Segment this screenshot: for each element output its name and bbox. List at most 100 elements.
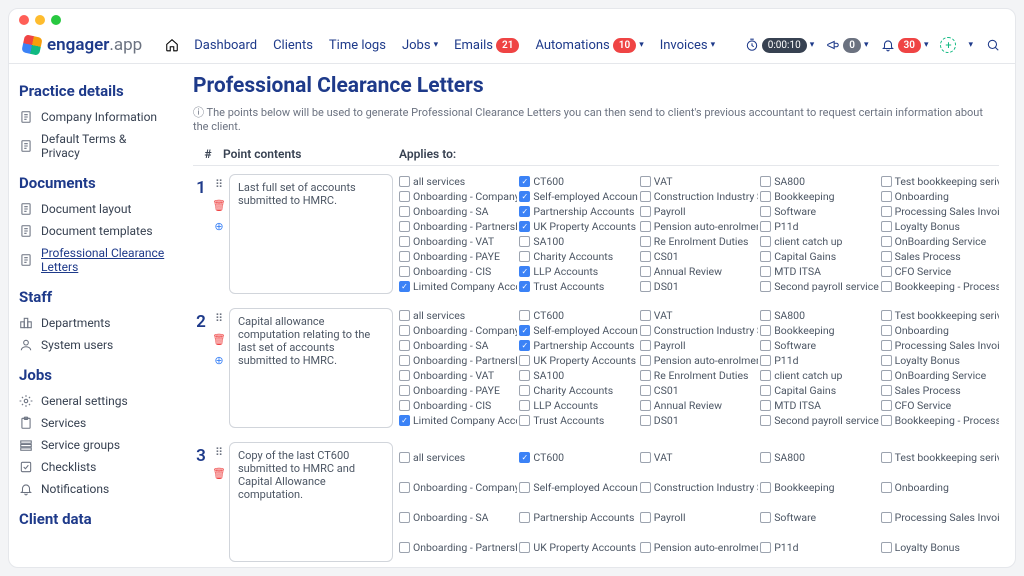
service-checkbox[interactable]: P11d (760, 532, 878, 562)
point-content-input[interactable]: Copy of the last CT600 submitted to HMRC… (229, 442, 393, 562)
service-checkbox[interactable]: Bookkeeping - Processing Dext (881, 413, 999, 428)
delete-icon[interactable]: 🗑 (212, 333, 226, 346)
service-checkbox[interactable]: Second payroll service (760, 279, 878, 294)
sidebar-item[interactable]: Departments (19, 312, 167, 334)
service-checkbox[interactable]: Loyalty Bonus (881, 353, 999, 368)
service-checkbox[interactable]: Annual Review (640, 264, 758, 279)
service-checkbox[interactable]: Onboarding - PAYE (399, 249, 517, 264)
service-checkbox[interactable]: Partnership Accounts (519, 502, 637, 532)
service-checkbox[interactable]: SA100 (519, 234, 637, 249)
service-checkbox[interactable]: Onboarding (881, 472, 999, 502)
service-checkbox[interactable]: ✓Partnership Accounts (519, 338, 637, 353)
service-checkbox[interactable]: Self-employed Accounts (519, 472, 637, 502)
service-checkbox[interactable]: ✓Trust Accounts (519, 279, 637, 294)
service-checkbox[interactable]: P11d (760, 353, 878, 368)
service-checkbox[interactable]: SA800 (760, 442, 878, 472)
service-checkbox[interactable]: CT600 (519, 308, 637, 323)
service-checkbox[interactable]: Processing Sales Invoices (881, 204, 999, 219)
point-content-input[interactable]: Capital allowance computation relating t… (229, 308, 393, 428)
service-checkbox[interactable]: ✓Self-employed Accounts (519, 189, 637, 204)
service-checkbox[interactable]: Pension auto-enrolment (640, 532, 758, 562)
service-checkbox[interactable]: Onboarding - VAT (399, 234, 517, 249)
service-checkbox[interactable]: ✓Limited Company Accounts (399, 413, 517, 428)
service-checkbox[interactable]: Test bookkeeping serivce (881, 308, 999, 323)
service-checkbox[interactable]: Second payroll service (760, 413, 878, 428)
service-checkbox[interactable]: Payroll (640, 204, 758, 219)
service-checkbox[interactable]: Bookkeeping (760, 323, 878, 338)
service-checkbox[interactable]: Re Enrolment Duties (640, 368, 758, 383)
sidebar-item[interactable]: System users (19, 334, 167, 356)
service-checkbox[interactable]: CFO Service (881, 264, 999, 279)
service-checkbox[interactable]: Onboarding - VAT (399, 368, 517, 383)
service-checkbox[interactable]: Software (760, 338, 878, 353)
service-checkbox[interactable]: Onboarding (881, 189, 999, 204)
search-icon[interactable] (985, 37, 1001, 53)
service-checkbox[interactable]: VAT (640, 308, 758, 323)
service-checkbox[interactable]: MTD ITSA (760, 264, 878, 279)
service-checkbox[interactable]: Bookkeeping (760, 472, 878, 502)
nav-clients[interactable]: Clients (273, 38, 313, 53)
service-checkbox[interactable]: CFO Service (881, 398, 999, 413)
service-checkbox[interactable]: VAT (640, 442, 758, 472)
service-checkbox[interactable]: DS01 (640, 413, 758, 428)
sidebar-item[interactable]: Notifications (19, 478, 167, 500)
service-checkbox[interactable]: Loyalty Bonus (881, 219, 999, 234)
megaphone-icon[interactable]: 0▾ (826, 38, 868, 53)
service-checkbox[interactable]: Onboarding (881, 323, 999, 338)
service-checkbox[interactable]: Onboarding - Partnership (399, 219, 517, 234)
drag-handle-icon[interactable]: ⠿ (215, 446, 223, 459)
add-point-icon[interactable]: ⊕ (214, 220, 223, 233)
add-point-icon[interactable]: ⊕ (214, 354, 223, 367)
service-checkbox[interactable]: Onboarding - Company (399, 323, 517, 338)
service-checkbox[interactable]: all services (399, 174, 517, 189)
service-checkbox[interactable]: ✓CT600 (519, 174, 637, 189)
service-checkbox[interactable]: Trust Accounts (519, 413, 637, 428)
sidebar-item[interactable]: Default Terms & Privacy (19, 128, 167, 164)
service-checkbox[interactable]: Onboarding - Partnership (399, 353, 517, 368)
service-checkbox[interactable]: ✓LLP Accounts (519, 264, 637, 279)
service-checkbox[interactable]: Bookkeeping - Processing Dext (881, 279, 999, 294)
sidebar-item[interactable]: Document templates (19, 220, 167, 242)
service-checkbox[interactable]: Test bookkeeping serivce (881, 174, 999, 189)
timer-widget[interactable]: 0:00:10▾ (745, 38, 814, 53)
service-checkbox[interactable]: P11d (760, 219, 878, 234)
service-checkbox[interactable]: ✓UK Property Accounts (519, 219, 637, 234)
nav-automations[interactable]: Automations10▾ (535, 38, 643, 53)
service-checkbox[interactable]: Bookkeeping (760, 189, 878, 204)
app-logo[interactable]: engager.app (23, 35, 142, 55)
nav-invoices[interactable]: Invoices▾ (660, 38, 715, 53)
sidebar-item[interactable]: General settings (19, 390, 167, 412)
service-checkbox[interactable]: Re Enrolment Duties (640, 234, 758, 249)
service-checkbox[interactable]: SA800 (760, 174, 878, 189)
maximize-icon[interactable] (51, 15, 61, 25)
add-icon[interactable]: + (940, 37, 956, 53)
service-checkbox[interactable]: UK Property Accounts (519, 532, 637, 562)
nav-jobs[interactable]: Jobs▾ (402, 38, 438, 53)
service-checkbox[interactable]: client catch up (760, 234, 878, 249)
service-checkbox[interactable]: CS01 (640, 383, 758, 398)
delete-icon[interactable]: 🗑 (212, 199, 226, 212)
service-checkbox[interactable]: Construction Industry Scheme (640, 189, 758, 204)
service-checkbox[interactable]: LLP Accounts (519, 398, 637, 413)
service-checkbox[interactable]: Onboarding - SA (399, 204, 517, 219)
service-checkbox[interactable]: Onboarding - Partnership (399, 532, 517, 562)
service-checkbox[interactable]: Software (760, 502, 878, 532)
service-checkbox[interactable]: Onboarding - SA (399, 338, 517, 353)
nav-timelogs[interactable]: Time logs (329, 38, 386, 53)
sidebar-item[interactable]: Checklists (19, 456, 167, 478)
service-checkbox[interactable]: Construction Industry Scheme (640, 323, 758, 338)
service-checkbox[interactable]: Capital Gains (760, 249, 878, 264)
delete-icon[interactable]: 🗑 (212, 467, 226, 480)
service-checkbox[interactable]: Sales Process (881, 249, 999, 264)
service-checkbox[interactable]: SA800 (760, 308, 878, 323)
service-checkbox[interactable]: Onboarding - SA (399, 502, 517, 532)
service-checkbox[interactable]: ✓Limited Company Accounts (399, 279, 517, 294)
service-checkbox[interactable]: Processing Sales Invoices (881, 338, 999, 353)
service-checkbox[interactable]: Test bookkeeping serivce (881, 442, 999, 472)
bell-icon[interactable]: 30▾ (881, 38, 929, 53)
sidebar-item[interactable]: Company Information (19, 106, 167, 128)
drag-handle-icon[interactable]: ⠿ (215, 312, 223, 325)
nav-emails[interactable]: Emails21 (454, 38, 519, 53)
service-checkbox[interactable]: MTD ITSA (760, 398, 878, 413)
service-checkbox[interactable]: Sales Process (881, 383, 999, 398)
